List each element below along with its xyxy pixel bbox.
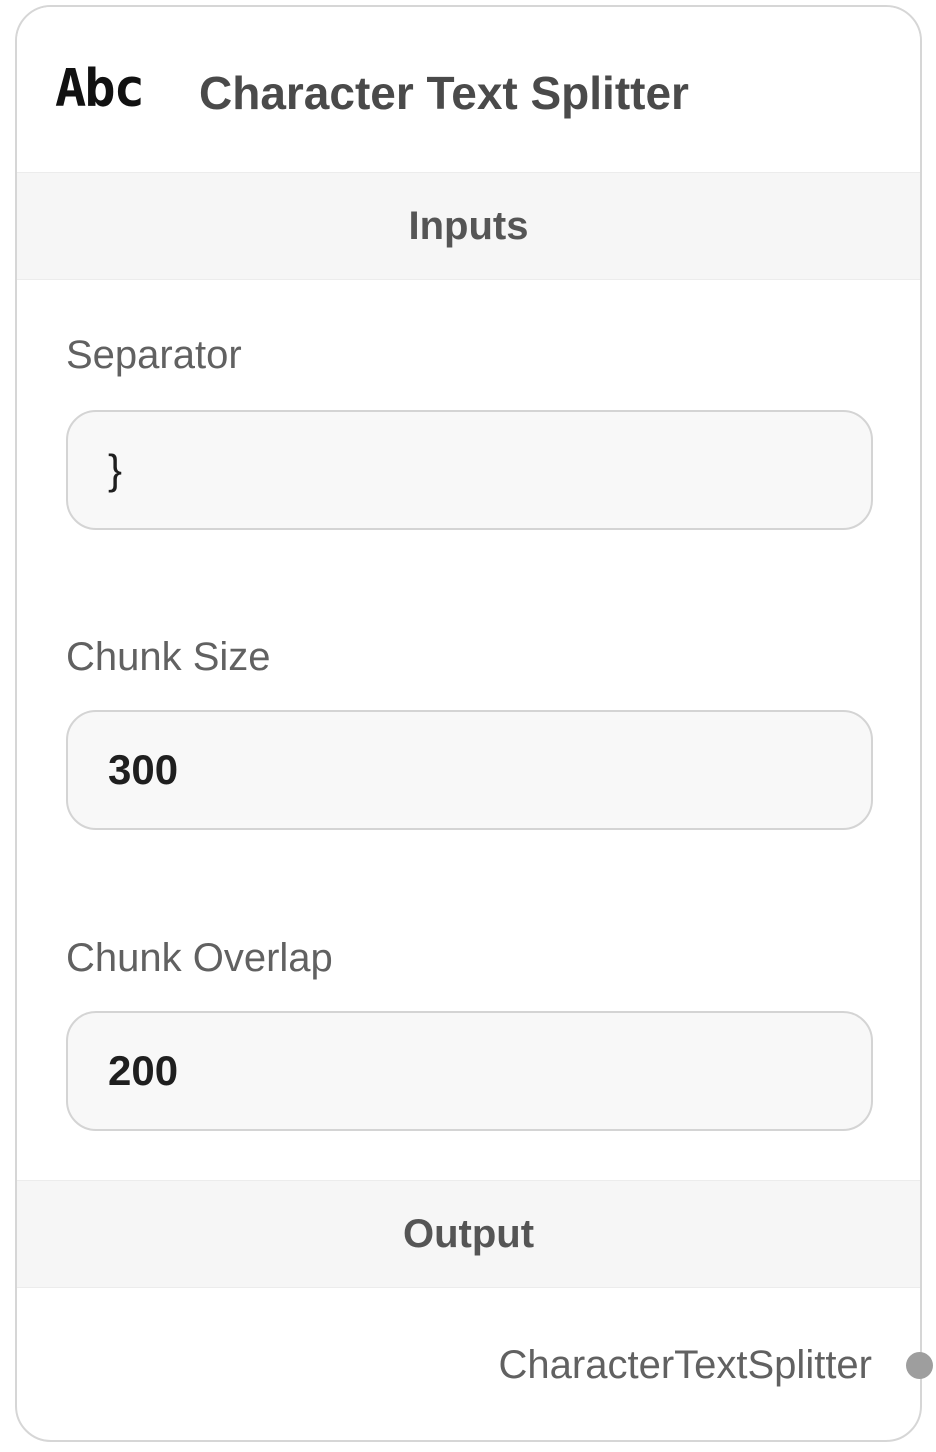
abc-icon: Abc	[55, 59, 145, 119]
output-label: CharacterTextSplitter	[498, 1343, 872, 1387]
output-connection-handle[interactable]	[906, 1352, 933, 1379]
inputs-section-header: Inputs	[17, 172, 920, 280]
character-text-splitter-node[interactable]: Abc Character Text Splitter Inputs Separ…	[15, 5, 922, 1442]
chunk-size-input[interactable]: 300	[66, 710, 873, 830]
output-section-header: Output	[17, 1180, 920, 1288]
node-title: Character Text Splitter	[199, 67, 689, 119]
chunk-size-label: Chunk Size	[66, 635, 271, 679]
node-header: Abc Character Text Splitter	[17, 7, 920, 172]
separator-label: Separator	[66, 333, 242, 377]
chunk-overlap-input[interactable]: 200	[66, 1011, 873, 1131]
chunk-overlap-label: Chunk Overlap	[66, 936, 333, 980]
separator-input[interactable]: }	[66, 410, 873, 530]
